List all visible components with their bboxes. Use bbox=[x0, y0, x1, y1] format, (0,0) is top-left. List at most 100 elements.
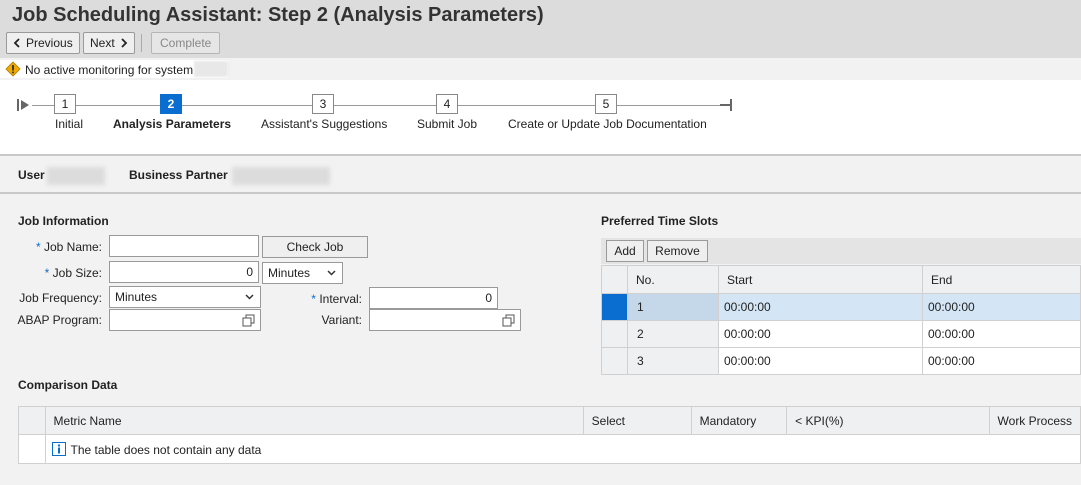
roadmap-step-5-label[interactable]: Create or Update Job Documentation bbox=[508, 117, 707, 131]
comparison-table: Metric Name Select Mandatory < KPI(%) Wo… bbox=[18, 406, 1081, 464]
cell-start[interactable]: 00:00:00 bbox=[718, 347, 923, 375]
interval-label: * Interval: bbox=[311, 292, 362, 306]
business-partner-value-redacted bbox=[232, 167, 330, 185]
user-label: User bbox=[18, 168, 45, 182]
table-row[interactable]: 3 00:00:00 00:00:00 bbox=[601, 347, 1081, 375]
job-name-label-text: Job Name: bbox=[43, 240, 102, 254]
job-frequency-value: Minutes bbox=[115, 290, 158, 304]
roadmap-start-icon bbox=[17, 99, 29, 111]
job-frequency-select[interactable]: Minutes bbox=[109, 286, 261, 308]
page-header: Job Scheduling Assistant: Step 2 (Analys… bbox=[0, 0, 1081, 58]
remove-button[interactable]: Remove bbox=[647, 240, 708, 262]
table-row[interactable]: 2 00:00:00 00:00:00 bbox=[601, 320, 1081, 348]
previous-button[interactable]: Previous bbox=[6, 32, 80, 54]
roadmap-step-2[interactable]: 2 bbox=[160, 94, 182, 114]
step-number: 4 bbox=[443, 97, 451, 111]
chevron-left-icon bbox=[13, 38, 20, 48]
empty-table-text: The table does not contain any data bbox=[70, 442, 262, 457]
complete-button[interactable]: Complete bbox=[151, 32, 221, 54]
row-selector[interactable] bbox=[601, 293, 628, 321]
roadmap-step-1[interactable]: 1 bbox=[54, 94, 76, 114]
job-name-label: * Job Name: bbox=[35, 240, 102, 254]
job-frequency-label: Job Frequency: bbox=[19, 291, 102, 305]
complete-button-label: Complete bbox=[160, 36, 212, 50]
variant-label: Variant: bbox=[321, 313, 362, 327]
job-information-title: Job Information bbox=[18, 214, 109, 228]
message-strip: No active monitoring for system bbox=[0, 60, 228, 78]
column-header-work-process[interactable]: Work Process bbox=[988, 406, 1081, 435]
table-header-row: Metric Name Select Mandatory < KPI(%) Wo… bbox=[18, 406, 1081, 435]
toolbar-separator bbox=[141, 34, 142, 52]
comparison-data-title: Comparison Data bbox=[18, 378, 118, 392]
chevron-right-icon bbox=[121, 38, 127, 48]
roadmap-step-4-label[interactable]: Submit Job bbox=[417, 117, 477, 131]
job-size-unit-value: Minutes bbox=[268, 266, 311, 280]
roadmap-step-4[interactable]: 4 bbox=[436, 94, 458, 114]
next-button-label: Next bbox=[90, 36, 115, 50]
job-size-input[interactable]: 0 bbox=[109, 261, 259, 283]
main-content: Job Information * Job Name: Check Job Na… bbox=[0, 194, 1081, 485]
step-number: 3 bbox=[319, 97, 327, 111]
column-header-mandatory[interactable]: Mandatory bbox=[690, 406, 788, 435]
roadmap-step-3[interactable]: 3 bbox=[312, 94, 334, 114]
column-header-kpi[interactable]: < KPI(%) bbox=[786, 406, 990, 435]
cell-end[interactable]: 00:00:00 bbox=[922, 293, 1081, 321]
roadmap-step-2-label[interactable]: Analysis Parameters bbox=[113, 117, 231, 131]
value-help-icon[interactable] bbox=[242, 314, 255, 327]
check-job-name-button[interactable]: Check Job Name bbox=[262, 236, 368, 274]
column-header-select[interactable]: Select bbox=[582, 406, 692, 435]
interval-input[interactable]: 0 bbox=[369, 287, 498, 309]
table-row[interactable]: 1 00:00:00 00:00:00 bbox=[601, 293, 1081, 321]
cell-end[interactable]: 00:00:00 bbox=[922, 347, 1081, 375]
cell-end[interactable]: 00:00:00 bbox=[922, 320, 1081, 348]
row-selector bbox=[18, 434, 46, 464]
roadmap-step-1-label[interactable]: Initial bbox=[55, 117, 83, 131]
job-size-unit-select[interactable]: Minutes bbox=[262, 262, 343, 284]
time-slots-table: No. Start End 1 00:00:00 00:00:00 2 00:0… bbox=[601, 265, 1081, 375]
previous-button-label: Previous bbox=[26, 36, 73, 50]
empty-row: The table does not contain any data bbox=[18, 434, 1081, 464]
step-number: 5 bbox=[602, 97, 610, 111]
cell-start[interactable]: 00:00:00 bbox=[718, 320, 923, 348]
table-header-row: No. Start End bbox=[601, 265, 1081, 294]
interval-label-text: Interval: bbox=[319, 292, 362, 306]
roadmap-line bbox=[32, 105, 724, 106]
user-value-redacted bbox=[47, 167, 105, 185]
abap-program-input[interactable] bbox=[109, 309, 261, 331]
select-all-cell[interactable] bbox=[601, 265, 628, 294]
abap-program-label: ABAP Program: bbox=[17, 313, 102, 327]
column-header-end[interactable]: End bbox=[922, 265, 1081, 294]
step-number: 2 bbox=[167, 97, 175, 111]
row-selector[interactable] bbox=[601, 347, 628, 375]
roadmap-end-icon bbox=[720, 99, 732, 111]
roadmap: 1 Initial 2 Analysis Parameters 3 Assist… bbox=[0, 80, 1081, 154]
info-icon bbox=[51, 441, 66, 456]
warning-icon bbox=[5, 61, 21, 77]
time-slots-toolbar: Add Remove bbox=[601, 238, 1081, 264]
system-id-redacted bbox=[194, 61, 228, 77]
message-text: No active monitoring for system bbox=[25, 63, 194, 77]
next-button[interactable]: Next bbox=[83, 32, 135, 54]
add-button[interactable]: Add bbox=[606, 240, 644, 262]
variant-input[interactable] bbox=[369, 309, 521, 331]
column-header-metric-name[interactable]: Metric Name bbox=[44, 406, 584, 435]
roadmap-step-3-label[interactable]: Assistant's Suggestions bbox=[261, 117, 387, 131]
step-number: 1 bbox=[61, 97, 69, 111]
user-bar: User Business Partner bbox=[0, 156, 1081, 192]
empty-table-message: The table does not contain any data bbox=[44, 434, 1081, 464]
chevron-down-icon bbox=[245, 294, 254, 300]
cell-no: 1 bbox=[627, 293, 719, 321]
page-title: Job Scheduling Assistant: Step 2 (Analys… bbox=[12, 4, 544, 26]
row-selector[interactable] bbox=[601, 320, 628, 348]
cell-no: 3 bbox=[627, 347, 719, 375]
select-all-cell[interactable] bbox=[18, 406, 46, 435]
roadmap-step-5[interactable]: 5 bbox=[595, 94, 617, 114]
cell-no: 2 bbox=[627, 320, 719, 348]
cell-start[interactable]: 00:00:00 bbox=[718, 293, 923, 321]
column-header-no[interactable]: No. bbox=[627, 265, 719, 294]
job-name-input[interactable] bbox=[109, 235, 259, 257]
value-help-icon[interactable] bbox=[502, 314, 515, 327]
job-size-label-text: Job Size: bbox=[52, 266, 102, 280]
preferred-time-slots-title: Preferred Time Slots bbox=[601, 214, 719, 228]
column-header-start[interactable]: Start bbox=[718, 265, 923, 294]
